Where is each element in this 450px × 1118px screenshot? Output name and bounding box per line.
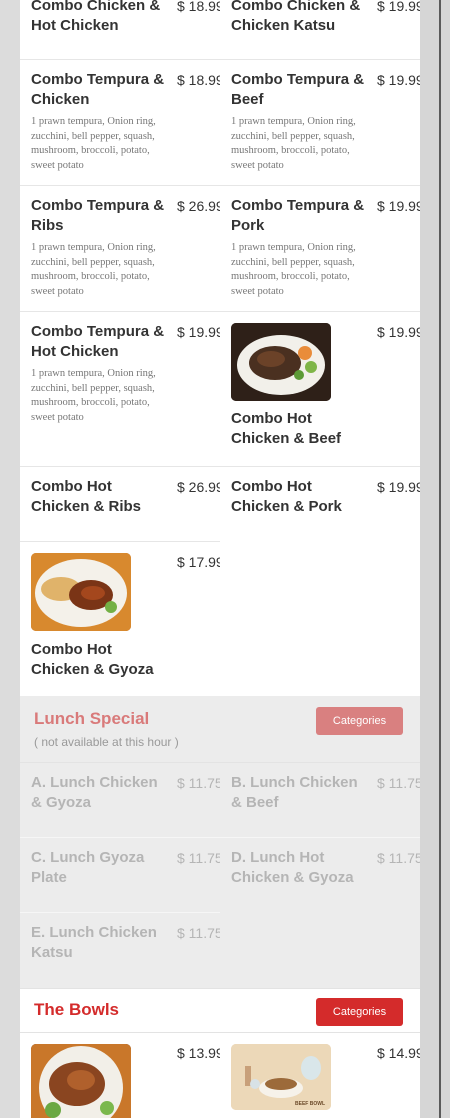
item-name: Combo Chicken & Hot Chicken bbox=[31, 0, 161, 34]
menu-item[interactable]: Combo Tempura & Ribs $ 26.99 1 prawn tem… bbox=[20, 186, 220, 312]
menu-item[interactable]: $ 13.99 bbox=[20, 1033, 220, 1118]
photo-caption: BEEF BOWL bbox=[295, 1101, 325, 1107]
categories-button[interactable]: Categories bbox=[316, 998, 403, 1026]
item-name: Combo Hot Chicken & Gyoza bbox=[31, 641, 154, 678]
availability-note: ( not available at this hour ) bbox=[34, 735, 179, 749]
menu-item[interactable]: $ 19.99 Combo Hot Chicken & Beef bbox=[220, 312, 420, 467]
categories-button[interactable]: Categories bbox=[316, 707, 403, 735]
item-price: $ 11.75 bbox=[377, 850, 420, 866]
item-price: $ 13.99 bbox=[177, 1045, 220, 1061]
page-gutter-left bbox=[0, 0, 20, 1118]
item-price: $ 17.99 bbox=[177, 554, 220, 570]
the-bowls-header: The Bowls Categories bbox=[20, 988, 420, 1033]
gyoza-dish-photo bbox=[31, 553, 131, 631]
menu-item[interactable]: Combo Tempura & Beef $ 19.99 1 prawn tem… bbox=[220, 60, 420, 186]
item-price: $ 19.99 bbox=[377, 198, 420, 214]
item-price: $ 19.99 bbox=[377, 479, 420, 495]
item-price: $ 11.75 bbox=[177, 925, 220, 941]
item-name: Combo Hot Chicken & Beef bbox=[231, 410, 342, 447]
item-description: 1 prawn tempura, Onion ring, zucchini, b… bbox=[31, 368, 156, 423]
item-name: Combo Tempura & Pork bbox=[231, 197, 365, 234]
item-price: $ 19.99 bbox=[377, 0, 420, 14]
item-name: Combo Tempura & Hot Chicken bbox=[31, 323, 165, 360]
beef-bowl-photo: BEEF BOWL bbox=[231, 1044, 331, 1110]
item-price: $ 19.99 bbox=[177, 324, 220, 340]
item-name: Combo Hot Chicken & Pork bbox=[231, 478, 342, 515]
item-name: A. Lunch Chicken & Gyoza bbox=[31, 774, 158, 811]
item-description: 1 prawn tempura, Onion ring, zucchini, b… bbox=[31, 116, 156, 171]
section-title: Lunch Special bbox=[34, 709, 150, 728]
item-price: $ 19.99 bbox=[377, 72, 420, 88]
item-name: C. Lunch Gyoza Plate bbox=[31, 849, 145, 886]
item-price: $ 26.99 bbox=[177, 479, 220, 495]
item-name: E. Lunch Chicken Katsu bbox=[31, 924, 157, 961]
menu-item[interactable]: Combo Tempura & Chicken $ 18.99 1 prawn … bbox=[20, 60, 220, 186]
menu-item[interactable]: Combo Hot Chicken & Ribs $ 26.99 bbox=[20, 467, 220, 542]
menu-item[interactable]: Combo Chicken & Hot Chicken $ 18.99 bbox=[20, 0, 220, 60]
item-price: $ 18.99 bbox=[177, 0, 220, 14]
item-description: 1 prawn tempura, Onion ring, zucchini, b… bbox=[31, 242, 156, 297]
beef-dish-photo bbox=[231, 323, 331, 401]
menu-item[interactable]: Combo Chicken & Chicken Katsu $ 19.99 bbox=[220, 0, 420, 60]
menu-item[interactable]: Combo Tempura & Hot Chicken $ 19.99 1 pr… bbox=[20, 312, 220, 467]
item-price: $ 11.75 bbox=[177, 850, 220, 866]
scrollbar-edge bbox=[439, 0, 441, 1118]
menu-item[interactable]: BEEF BOWL $ 14.99 bbox=[220, 1033, 420, 1118]
item-name: Combo Tempura & Beef bbox=[231, 71, 365, 108]
menu-item[interactable]: Combo Hot Chicken & Pork $ 19.99 bbox=[220, 467, 420, 542]
menu-item: D. Lunch Hot Chicken & Gyoza $ 11.75 bbox=[220, 838, 420, 913]
menu-panel: Combo Chicken & Hot Chicken $ 18.99 Comb… bbox=[20, 0, 420, 1118]
menu-item: C. Lunch Gyoza Plate $ 11.75 bbox=[20, 838, 220, 913]
bowl-dish-photo bbox=[31, 1044, 131, 1118]
section-title: The Bowls bbox=[34, 1000, 120, 1019]
scrollbar-track[interactable] bbox=[420, 0, 450, 1118]
item-price: $ 14.99 bbox=[377, 1045, 420, 1061]
item-name: D. Lunch Hot Chicken & Gyoza bbox=[231, 849, 354, 886]
menu-item: E. Lunch Chicken Katsu $ 11.75 bbox=[20, 913, 220, 988]
item-price: $ 11.75 bbox=[177, 775, 220, 791]
item-price: $ 11.75 bbox=[377, 775, 420, 791]
lunch-special-header: Lunch Special ( not available at this ho… bbox=[20, 696, 420, 763]
menu-item[interactable]: Combo Tempura & Pork $ 19.99 1 prawn tem… bbox=[220, 186, 420, 312]
item-name: Combo Tempura & Ribs bbox=[31, 197, 165, 234]
item-name: B. Lunch Chicken & Beef bbox=[231, 774, 358, 811]
menu-item[interactable]: $ 17.99 Combo Hot Chicken & Gyoza bbox=[20, 542, 220, 696]
item-description: 1 prawn tempura, Onion ring, zucchini, b… bbox=[231, 242, 356, 297]
menu-item: B. Lunch Chicken & Beef $ 11.75 bbox=[220, 763, 420, 838]
item-name: Combo Tempura & Chicken bbox=[31, 71, 165, 108]
menu-item: A. Lunch Chicken & Gyoza $ 11.75 bbox=[20, 763, 220, 838]
item-price: $ 18.99 bbox=[177, 72, 220, 88]
item-description: 1 prawn tempura, Onion ring, zucchini, b… bbox=[231, 116, 356, 171]
item-price: $ 26.99 bbox=[177, 198, 220, 214]
lunch-items-grid: A. Lunch Chicken & Gyoza $ 11.75 B. Lunc… bbox=[20, 763, 420, 988]
item-name: Combo Chicken & Chicken Katsu bbox=[231, 0, 361, 34]
item-name: Combo Hot Chicken & Ribs bbox=[31, 478, 142, 515]
item-price: $ 19.99 bbox=[377, 324, 420, 340]
